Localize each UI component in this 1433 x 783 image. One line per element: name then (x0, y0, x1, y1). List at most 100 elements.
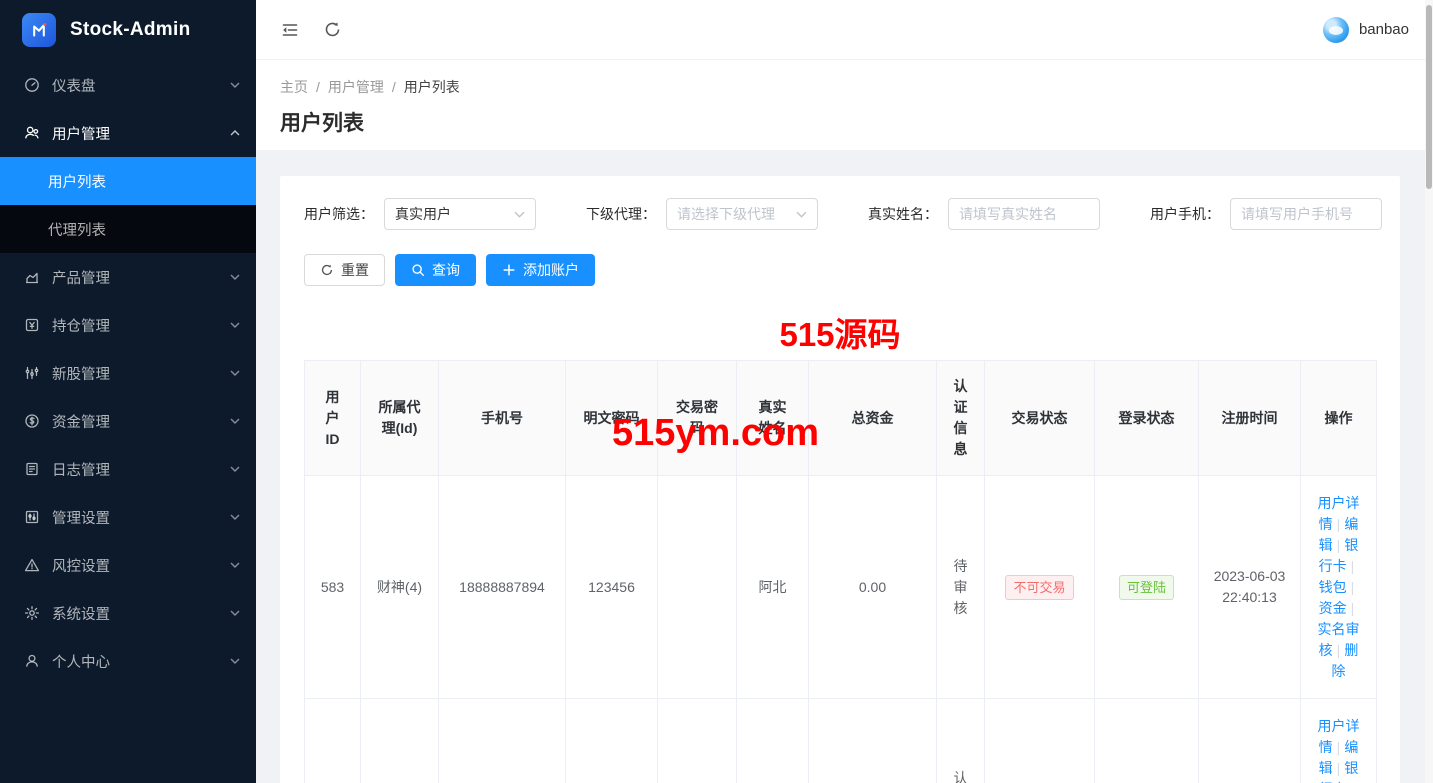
cell-trade-password (658, 699, 737, 783)
scrollbar-thumb[interactable] (1426, 5, 1432, 189)
main-area: banbao 主页 / 用户管理 / 用户列表 用户列表 用户筛选： (256, 0, 1433, 783)
sidebar-item-user-management[interactable]: 用户管理 (0, 109, 256, 157)
reset-button[interactable]: 重置 (304, 254, 385, 286)
sidebar-item-funds-management[interactable]: 资金管理 (0, 397, 256, 445)
link-separator: | (1351, 558, 1355, 574)
sidebar-item-profile-center[interactable]: 个人中心 (0, 637, 256, 685)
col-phone: 手机号 (439, 361, 566, 476)
cell-password (566, 699, 658, 783)
sidebar-item-logs-management[interactable]: 日志管理 (0, 445, 256, 493)
sidebar-item-new-stock-management[interactable]: 新股管理 (0, 349, 256, 397)
sidebar-item-product-management[interactable]: 产品管理 (0, 253, 256, 301)
sidebar-item-label: 产品管理 (52, 267, 230, 288)
page-head: 主页 / 用户管理 / 用户列表 用户列表 (256, 60, 1433, 150)
table-row: 认证通过 用户详情|编辑|银行卡|钱包|资金|实名审核|删除 (305, 699, 1377, 783)
cell-trade-status (985, 699, 1095, 783)
add-account-button[interactable]: 添加账户 (486, 254, 595, 286)
cell-total-funds (809, 699, 937, 783)
watermark-515-source: 515源码 (304, 286, 1376, 360)
sidebar: Stock-Admin 仪表盘 用户管理 (0, 0, 256, 783)
cell-real-name (737, 699, 809, 783)
action-buttons: 重置 查询 (304, 254, 1376, 286)
username: banbao (1359, 21, 1409, 38)
breadcrumb-current: 用户列表 (404, 77, 460, 97)
status-badge-no-trade: 不可交易 (1005, 575, 1073, 600)
breadcrumb-separator: / (392, 79, 396, 95)
cell-register-time: 2023-06-03 22:40:13 (1199, 476, 1301, 699)
op-delete-link[interactable]: 删除 (1332, 642, 1359, 679)
sidebar-item-agent-list[interactable]: 代理列表 (0, 205, 256, 253)
cell-agent: 财神(4) (361, 476, 439, 699)
chevron-down-icon (230, 658, 240, 664)
cell-auth-info: 认证通过 (937, 699, 985, 783)
cell-auth-info: 待审核 (937, 476, 985, 699)
content-area: 用户筛选： 真实用户 下级代理： 请选择下级代理 (256, 150, 1433, 783)
user-list-card: 用户筛选： 真实用户 下级代理： 请选择下级代理 (280, 176, 1400, 783)
chevron-down-icon (230, 514, 240, 520)
user-phone-input[interactable] (1230, 198, 1382, 230)
page-title: 用户列表 (280, 107, 1409, 137)
user-management-submenu: 用户列表 代理列表 (0, 157, 256, 253)
user-table-wrap: 515ym.com 用户ID 所属代理(Id) 手机号 (304, 360, 1376, 783)
col-trade-status: 交易状态 (985, 361, 1095, 476)
profile-icon (24, 653, 40, 669)
settings-gear-icon (24, 605, 40, 621)
app-logo[interactable]: Stock-Admin (0, 0, 256, 60)
reset-icon (320, 263, 334, 277)
dashboard-icon (24, 77, 40, 93)
user-phone-label: 用户手机： (1150, 204, 1220, 224)
chevron-up-icon (230, 130, 240, 136)
user-menu[interactable]: banbao (1323, 17, 1409, 43)
cell-agent (361, 699, 439, 783)
refresh-icon[interactable] (322, 20, 342, 40)
breadcrumb-separator: / (316, 79, 320, 95)
link-separator: | (1337, 516, 1341, 532)
sidebar-item-user-list[interactable]: 用户列表 (0, 157, 256, 205)
sidebar-item-system-settings[interactable]: 系统设置 (0, 589, 256, 637)
logs-icon (24, 461, 40, 477)
col-operations: 操作 (1301, 361, 1377, 476)
sub-agent-select[interactable]: 请选择下级代理 (666, 198, 818, 230)
breadcrumb-user-management[interactable]: 用户管理 (328, 77, 384, 97)
cell-operations: 用户详情|编辑|银行卡|钱包|资金|实名审核|删除 (1301, 476, 1377, 699)
op-wallet-link[interactable]: 钱包 (1319, 579, 1347, 595)
cell-password: 123456 (566, 476, 658, 699)
real-name-input[interactable] (948, 198, 1100, 230)
op-funds-link[interactable]: 资金 (1319, 600, 1347, 616)
link-separator: | (1337, 537, 1341, 553)
sidebar-item-label: 新股管理 (52, 363, 230, 384)
user-management-icon (24, 125, 40, 141)
sidebar-menu: 仪表盘 用户管理 用户列表 (0, 61, 256, 685)
cell-trade-status: 不可交易 (985, 476, 1095, 699)
cell-total-funds: 0.00 (809, 476, 937, 699)
cell-real-name: 阿北 (737, 476, 809, 699)
breadcrumb-home[interactable]: 主页 (280, 77, 308, 97)
sidebar-item-admin-settings[interactable]: 管理设置 (0, 493, 256, 541)
user-filter-select[interactable]: 真实用户 (384, 198, 536, 230)
chevron-down-icon (230, 370, 240, 376)
table-row: 583 财神(4) 18888887894 123456 阿北 0.00 待审核… (305, 476, 1377, 699)
col-real-name: 真实姓名 (737, 361, 809, 476)
real-name-label: 真实姓名： (868, 204, 938, 224)
user-filter-value: 真实用户 (395, 204, 514, 224)
sidebar-item-label: 管理设置 (52, 507, 230, 528)
link-separator: | (1351, 600, 1355, 616)
col-trade-password: 交易密码 (658, 361, 737, 476)
col-login-status: 登录状态 (1095, 361, 1199, 476)
sidebar-item-risk-settings[interactable]: 风控设置 (0, 541, 256, 589)
sidebar-item-position-management[interactable]: 持仓管理 (0, 301, 256, 349)
col-auth-info: 认证信息 (937, 361, 985, 476)
chevron-down-icon (230, 322, 240, 328)
link-separator: | (1337, 760, 1341, 776)
col-total-funds: 总资金 (809, 361, 937, 476)
user-table: 用户ID 所属代理(Id) 手机号 明文密码 交易密码 真实姓名 总资金 认证信… (304, 360, 1377, 783)
sidebar-item-label: 风控设置 (52, 555, 230, 576)
chevron-down-icon (230, 466, 240, 472)
cell-phone (439, 699, 566, 783)
table-header-row: 用户ID 所属代理(Id) 手机号 明文密码 交易密码 真实姓名 总资金 认证信… (305, 361, 1377, 476)
collapse-sidebar-button[interactable] (280, 20, 300, 40)
search-button[interactable]: 查询 (395, 254, 476, 286)
sidebar-item-label: 代理列表 (48, 219, 106, 240)
sidebar-item-dashboard[interactable]: 仪表盘 (0, 61, 256, 109)
search-icon (411, 263, 425, 277)
